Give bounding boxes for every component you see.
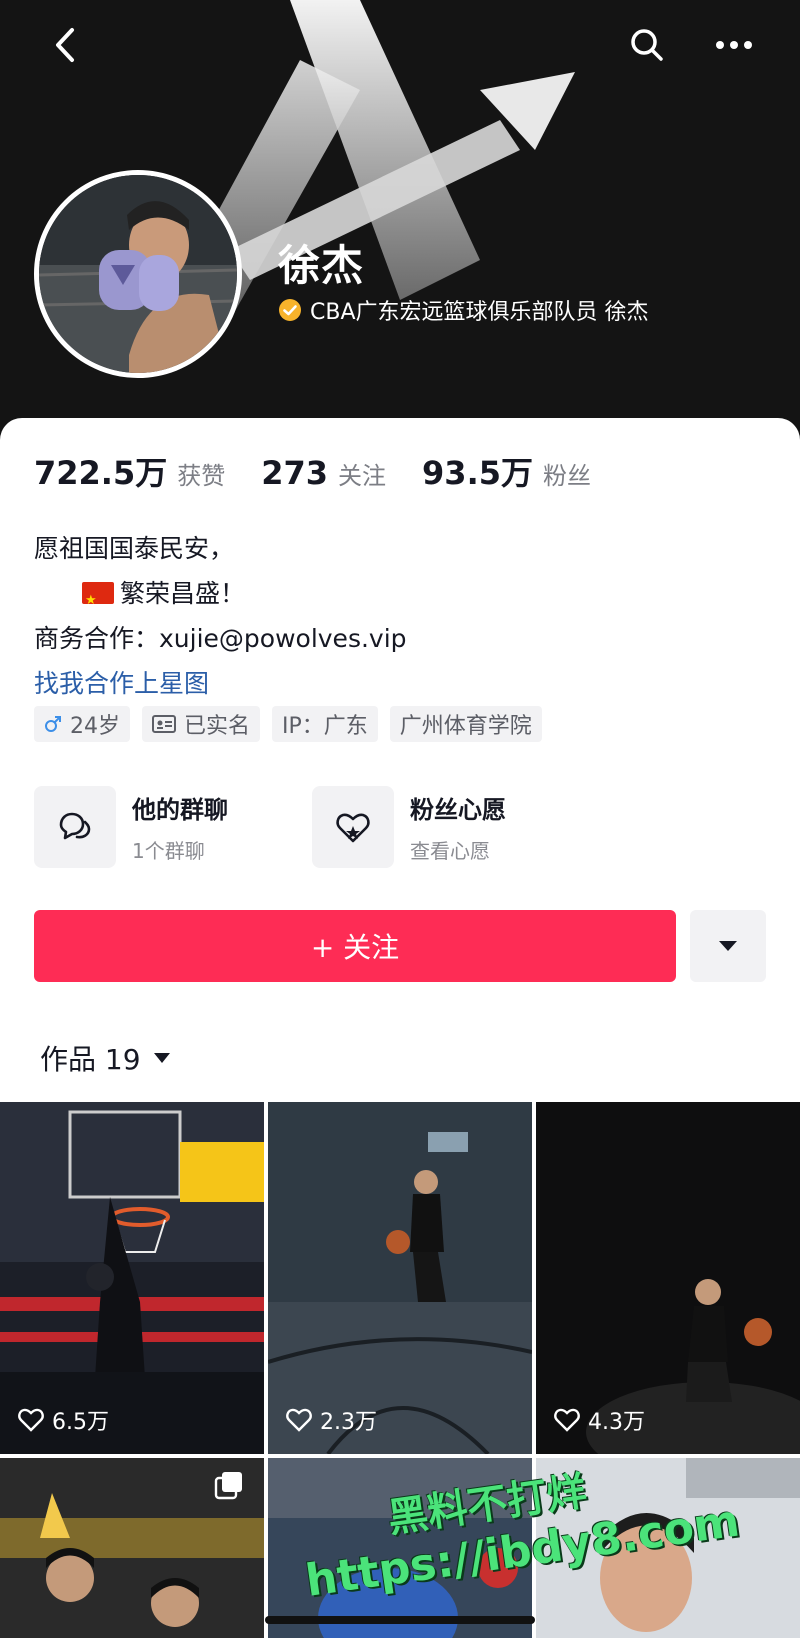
chat-bubbles-icon <box>59 812 91 840</box>
video-likes: 2.3万 <box>286 1404 377 1436</box>
id-card-icon <box>152 715 176 733</box>
back-button[interactable] <box>38 18 92 72</box>
stat-following[interactable]: 273 关注 <box>261 454 386 492</box>
china-flag-icon <box>82 578 114 623</box>
star-map-link[interactable]: 找我合作上星图 <box>34 661 407 706</box>
video-likes-count: 2.3万 <box>320 1410 377 1435</box>
recommend-dropdown-button[interactable] <box>690 910 766 982</box>
caret-down-icon <box>153 1053 170 1063</box>
entry-title: 粉丝心愿 <box>410 796 506 824</box>
heart-outline-icon <box>286 1408 312 1432</box>
bio-line-2: 繁荣昌盛！ <box>34 571 407 623</box>
more-horizontal-icon <box>716 41 752 49</box>
video-thumbnail-image <box>536 1102 800 1454</box>
stat-value: 273 <box>261 454 329 492</box>
search-icon <box>631 29 663 61</box>
stat-label: 关注 <box>338 462 387 490</box>
video-likes-count: 6.5万 <box>52 1410 109 1435</box>
tag-realname: 已实名 <box>142 706 261 742</box>
video-thumbnail[interactable]: 2.3万 <box>268 1102 532 1454</box>
avatar-photo <box>39 175 237 373</box>
home-indicator[interactable] <box>265 1616 535 1624</box>
chevron-left-icon <box>56 28 74 62</box>
verified-text: CBA广东宏远篮球俱乐部队员 徐杰 <box>310 300 649 325</box>
stat-label: 获赞 <box>177 462 226 490</box>
entry-subtitle: 1个群聊 <box>132 839 205 863</box>
bio: 愿祖国国泰民安， 繁荣昌盛！ 商务合作：xujie@powolves.vip 找… <box>34 526 407 706</box>
stat-value: 722.5万 <box>34 454 168 492</box>
tag-age-text: 24岁 <box>70 714 120 739</box>
bio-line-2-text: 繁荣昌盛！ <box>120 579 246 608</box>
stat-followers[interactable]: 93.5万 粉丝 <box>422 448 591 494</box>
male-icon <box>45 716 61 732</box>
tag-school[interactable]: 广州体育学院 <box>389 706 542 742</box>
video-thumbnail[interactable]: 4.3万 <box>536 1102 800 1454</box>
tag-age: 24岁 <box>34 706 130 742</box>
stats-row: 722.5万 获赞 273 关注 93.5万 粉丝 <box>34 448 627 494</box>
entry-title: 他的群聊 <box>132 796 228 824</box>
video-thumbnail-image <box>268 1102 532 1454</box>
video-thumbnail[interactable]: 6.5万 <box>0 1102 264 1454</box>
verified-check-icon <box>279 299 301 321</box>
works-tab-label: 作品 19 <box>40 1043 141 1076</box>
avatar[interactable] <box>34 170 242 378</box>
bio-line-1: 愿祖国国泰民安， <box>34 534 235 563</box>
heart-outline-icon <box>18 1408 44 1432</box>
group-chat-entry[interactable]: 他的群聊 1个群聊 <box>34 786 312 868</box>
entry-icon-box <box>312 786 394 868</box>
heart-wish-icon <box>336 813 370 843</box>
video-likes: 6.5万 <box>18 1404 109 1436</box>
tag-realname-text: 已实名 <box>184 714 251 739</box>
more-button[interactable] <box>707 18 761 72</box>
multi-image-icon <box>214 1472 242 1500</box>
stat-value: 93.5万 <box>422 454 533 492</box>
stat-label: 粉丝 <box>543 462 591 490</box>
tag-ip: IP：广东 <box>272 706 378 742</box>
video-thumbnail[interactable] <box>0 1458 264 1638</box>
heart-outline-icon <box>554 1408 580 1432</box>
feature-entries: 他的群聊 1个群聊 粉丝心愿 查看心愿 <box>34 786 590 868</box>
video-thumbnail-image <box>0 1102 264 1454</box>
search-button[interactable] <box>620 18 674 72</box>
profile-name: 徐杰 <box>278 241 365 290</box>
works-tab[interactable]: 作品 19 <box>40 1038 171 1078</box>
caret-down-icon <box>719 941 737 951</box>
follow-button[interactable]: + 关注 <box>34 910 676 982</box>
entry-icon-box <box>34 786 116 868</box>
video-likes-count: 4.3万 <box>588 1410 645 1435</box>
video-likes: 4.3万 <box>554 1404 645 1436</box>
entry-subtitle: 查看心愿 <box>410 839 490 863</box>
verification-badge: CBA广东宏远篮球俱乐部队员 徐杰 <box>278 294 649 326</box>
fan-wish-entry[interactable]: 粉丝心愿 查看心愿 <box>312 786 590 868</box>
profile-header: 徐杰 CBA广东宏远篮球俱乐部队员 徐杰 <box>0 0 800 440</box>
stat-likes[interactable]: 722.5万 获赞 <box>34 448 225 494</box>
profile-tags: 24岁 已实名 IP：广东 广州体育学院 <box>34 706 554 742</box>
